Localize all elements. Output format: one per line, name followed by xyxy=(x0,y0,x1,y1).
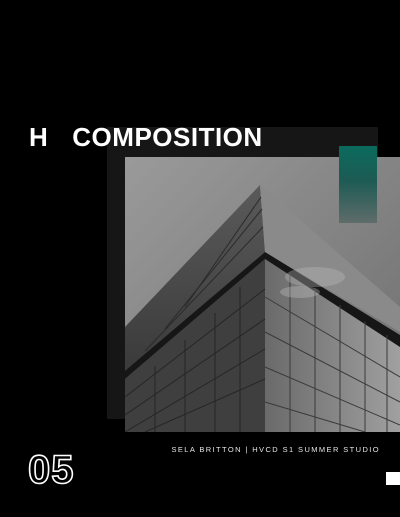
heading-prefix: H xyxy=(29,122,49,152)
heading-title: COMPOSITION xyxy=(72,122,263,152)
page-number: 05 xyxy=(27,447,75,493)
page-heading: H COMPOSITION xyxy=(29,122,263,153)
decorative-white-bar xyxy=(386,472,400,485)
credit-line: SELA BRITTON | HVCD S1 SUMMER STUDIO xyxy=(171,445,380,454)
page: H COMPOSITION SELA BRITTON | HVCD S1 SUMM… xyxy=(0,0,400,517)
teal-accent-block xyxy=(339,146,377,223)
